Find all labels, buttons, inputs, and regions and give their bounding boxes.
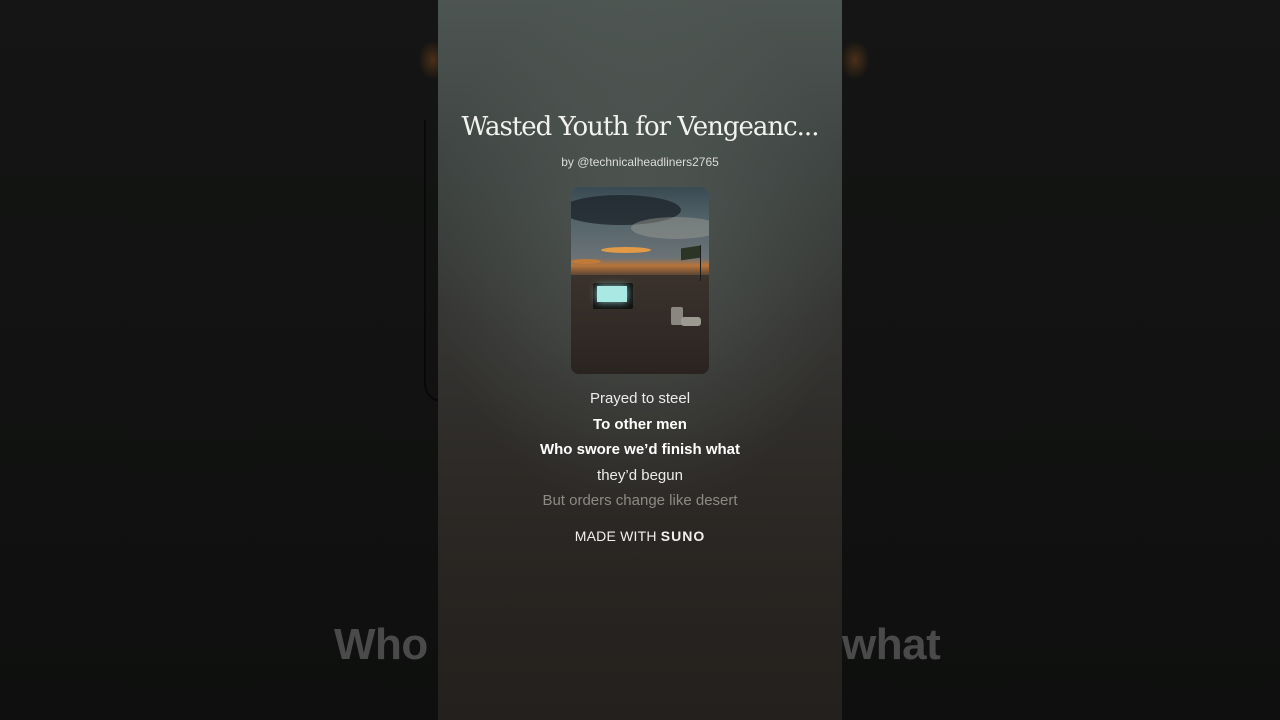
cover-debris — [681, 317, 701, 326]
background-caption-left: Who — [334, 620, 428, 669]
lyric-line: they’d begun — [597, 466, 683, 484]
artist-byline[interactable]: by @technicalheadliners2765 — [438, 155, 842, 169]
album-cover-image — [571, 187, 709, 374]
lyric-line-active: To other men — [593, 415, 687, 433]
video-panel[interactable]: Wasted Youth for Vengeanc... by @technic… — [438, 0, 842, 720]
lyric-line-active: Who swore we’d finish what — [539, 441, 740, 458]
background-caption-right: what — [842, 620, 941, 669]
cover-cloud — [631, 217, 709, 239]
background-glow — [840, 40, 870, 80]
suno-brand-logo: SUNO — [660, 528, 706, 544]
made-with-suno-badge: MADE WITH SUNO — [438, 528, 842, 544]
cover-tv-screen — [597, 286, 627, 302]
made-with-label: MADE WITH — [574, 528, 657, 544]
lyric-line-upcoming: But orders change like desert — [542, 492, 738, 509]
cover-flagpole — [700, 245, 701, 281]
cover-flag — [681, 245, 700, 261]
lyrics-block: Prayed to steel To other men Who swore w… — [438, 388, 842, 516]
blurred-background-left — [0, 0, 438, 720]
lyric-line: Prayed to steel — [589, 390, 691, 407]
song-title: Wasted Youth for Vengeanc... — [461, 112, 820, 142]
blurred-background-right — [842, 0, 1280, 720]
cover-sunset — [571, 259, 601, 264]
cover-sunset — [601, 247, 651, 253]
